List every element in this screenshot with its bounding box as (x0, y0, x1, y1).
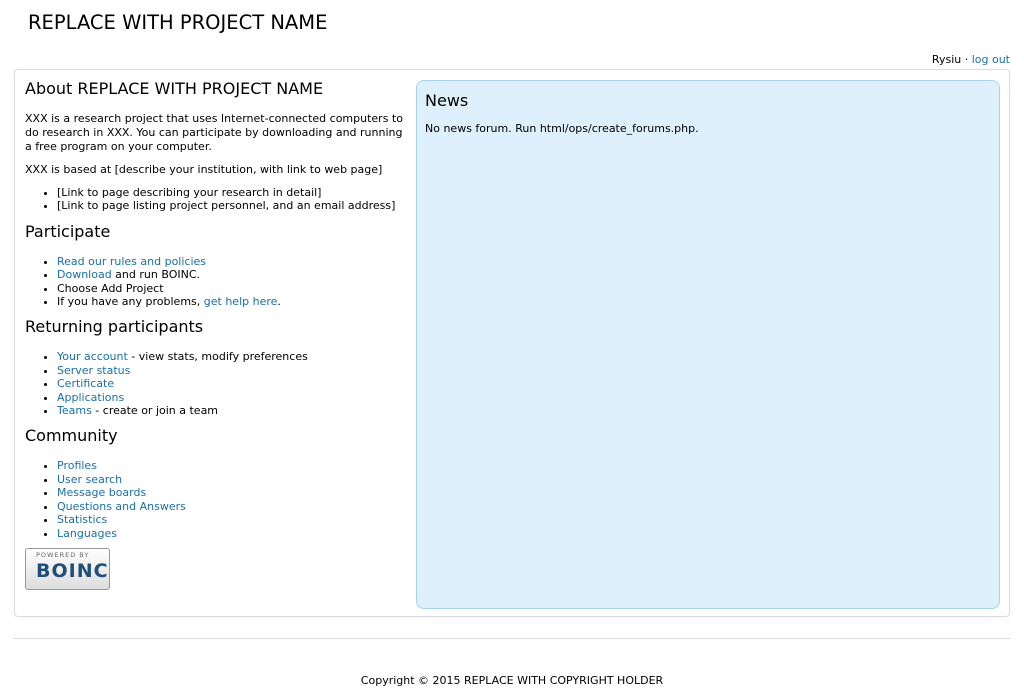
returning-heading: Returning participants (25, 317, 204, 337)
news-heading: News (425, 91, 469, 110)
participate-heading: Participate (25, 221, 111, 241)
news-text: No news forum. Run html/ops/create_forum… (425, 122, 699, 135)
main-panel: About REPLACE WITH PROJECT NAME XXX is a… (14, 69, 1010, 617)
list-item: Your account - view stats, modify prefer… (57, 350, 410, 363)
teams-link[interactable]: Teams (57, 404, 92, 417)
account-text: - view stats, modify preferences (127, 350, 308, 364)
divider (13, 638, 1010, 639)
list-item: [Link to page describing your research i… (57, 186, 410, 199)
user-bar: Rysiu · log out (932, 53, 1010, 66)
participate-list: Read our rules and policies Download and… (25, 255, 410, 309)
left-column: About REPLACE WITH PROJECT NAME XXX is a… (25, 78, 410, 590)
username: Rysiu (931, 53, 962, 66)
list-item: Languages (57, 527, 410, 540)
site-title: REPLACE WITH PROJECT NAME (28, 11, 328, 34)
list-item: Statistics (57, 513, 410, 526)
about-institution: XXX is based at [describe your instituti… (25, 163, 383, 176)
returning-list: Your account - view stats, modify prefer… (25, 350, 410, 417)
languages-link[interactable]: Languages (57, 527, 117, 540)
list-item: If you have any problems, get help here. (57, 295, 410, 308)
problems-text: If you have any problems, (57, 295, 204, 309)
profiles-link[interactable]: Profiles (57, 459, 97, 472)
logout-link[interactable]: log out (972, 53, 1010, 66)
user-search-link[interactable]: User search (57, 473, 122, 486)
statistics-link[interactable]: Statistics (57, 513, 107, 526)
list-item: Applications (57, 391, 410, 404)
download-text: and run BOINC. (111, 268, 200, 282)
qa-link[interactable]: Questions and Answers (57, 500, 186, 513)
list-item: Teams - create or join a team (57, 404, 410, 417)
community-heading: Community (25, 426, 118, 446)
period: . (277, 295, 281, 309)
badge-top-text: POWERED BY (36, 550, 90, 559)
list-item: Server status (57, 364, 410, 377)
download-link[interactable]: Download (57, 268, 112, 281)
list-item: User search (57, 473, 410, 486)
separator: · (964, 53, 969, 66)
list-item: Certificate (57, 377, 410, 390)
about-list: [Link to page describing your research i… (25, 186, 410, 213)
boinc-logo: BOINC (36, 559, 109, 582)
list-item: Message boards (57, 486, 410, 499)
help-link[interactable]: get help here (204, 295, 278, 308)
message-boards-link[interactable]: Message boards (57, 486, 146, 499)
list-item: Profiles (57, 459, 410, 472)
applications-link[interactable]: Applications (57, 391, 124, 404)
list-item: Questions and Answers (57, 500, 410, 513)
community-list: Profiles User search Message boards Ques… (25, 459, 410, 539)
teams-text: - create or join a team (91, 404, 219, 418)
account-link[interactable]: Your account (57, 350, 128, 363)
list-item: Read our rules and policies (57, 255, 410, 268)
powered-by-boinc-badge[interactable]: POWERED BY BOINC (25, 547, 110, 590)
rules-link[interactable]: Read our rules and policies (57, 255, 206, 268)
list-item: Download and run BOINC. (57, 268, 410, 281)
about-heading: About REPLACE WITH PROJECT NAME (25, 79, 324, 98)
list-item: Choose Add Project (57, 282, 410, 295)
about-description: XXX is a research project that uses Inte… (25, 112, 403, 153)
news-box: News No news forum. Run html/ops/create_… (416, 80, 1000, 609)
server-status-link[interactable]: Server status (57, 364, 130, 377)
certificate-link[interactable]: Certificate (57, 377, 114, 390)
list-item: [Link to page listing project personnel,… (57, 199, 410, 212)
copyright: Copyright © 2015 REPLACE WITH COPYRIGHT … (360, 674, 664, 687)
